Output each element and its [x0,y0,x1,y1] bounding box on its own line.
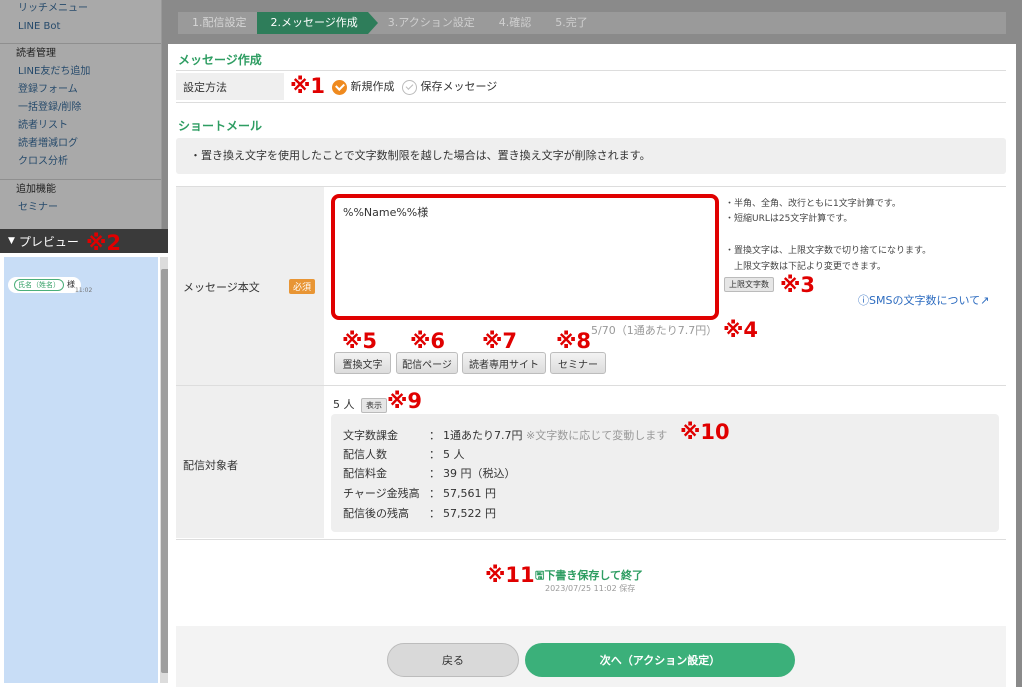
annotation-10: ※10 [680,420,730,444]
method-label: 設定方法 [183,81,227,94]
hint-3: ・置換文字は、上限文字数で切り捨てになります。 [725,246,932,256]
annotation-7: ※7 [482,329,518,353]
sidebar-item-registration-form[interactable]: 登録フォーム [0,81,161,99]
billing-value: 5 人 [443,448,465,461]
divider [176,539,1006,540]
sidebar-item-cross-analysis[interactable]: クロス分析 [0,153,161,171]
billing-colon: ： [429,467,440,480]
save-draft-label: 下書き保存して終了 [544,569,644,582]
save-disk-icon: 🖫 [535,569,545,582]
billing-row: 文字数課金 ： 1通あたり7.7円 ※文字数に応じて変動します [343,427,667,443]
external-link-icon: ↗ [980,294,990,307]
annotation-6: ※6 [410,329,446,353]
preview-name-tag: 氏名（姓名） [14,279,64,291]
annotation-1: ※1 [290,74,326,98]
billing-key: 配信料金 [343,467,387,480]
sms-char-count-link[interactable]: ⓘSMSの文字数について↗ [858,292,989,308]
billing-value: 1通あたり7.7円 [443,429,523,442]
required-badge: 必須 [289,279,316,294]
char-limit-button[interactable]: 上限文字数 [724,277,774,292]
sms-link-text: SMSの文字数について [869,294,981,307]
annotation-4: ※4 [723,318,759,342]
show-recipients-button[interactable]: 表示 [361,398,387,413]
recipients-label: 配信対象者 [183,459,238,472]
billing-colon: ： [429,507,440,520]
back-button[interactable]: 戻る [387,643,519,677]
preview-bubble-text: 様 [67,280,75,289]
step-1: 1.配信設定 [192,16,247,29]
billing-colon: ： [429,448,440,461]
billing-key: 配信後の残高 [343,507,409,520]
section-title-message: メッセージ作成 [178,53,262,67]
info-icon: ⓘ [858,294,869,307]
insert-reader-site-button[interactable]: 読者専用サイト [462,352,546,374]
sidebar-group-additional: 追加機能 [0,179,161,199]
billing-row: 配信人数 ： 5 人 [343,446,465,462]
preview-message-bubble: 氏名（姓名）様 [8,277,81,293]
billing-row: チャージ金残高 ： 57,561 円 [343,485,496,501]
billing-colon: ： [429,429,440,442]
billing-info-box: 文字数課金： 1通あたり7.7円 ※文字数に応じて変動します 配信人数： 5 人 配… [331,414,999,532]
radio-new-checked-icon[interactable] [332,79,347,95]
sidebar-item-line-friend-add[interactable]: LINE友だち追加 [0,63,161,81]
footer-actions: 戻る 次へ（アクション設定） [176,626,1006,687]
method-options: 新規作成 保存メッセージ [332,78,497,95]
annotation-2: ※2 [86,231,122,255]
step-5: 5.完了 [555,16,588,29]
step-progress-bar: 1.配信設定 2.メッセージ作成 3.アクション設定 4.確認 5.完了 [178,12,1006,34]
billing-row: 配信料金 ： 39 円（税込） [343,465,516,481]
step-2-current: 2.メッセージ作成 [256,12,379,34]
billing-value: 57,522 円 [443,507,496,520]
message-editor-modal: メッセージ作成 設定方法 ※1 新規作成 保存メッセージ ショートメール ・置き… [168,44,1016,687]
billing-value: 39 円（税込） [443,467,516,480]
billing-note: ※文字数に応じて変動します [526,429,668,442]
annotation-8: ※8 [556,329,592,353]
hint-2: ・短縮URLは25文字計算です。 [725,214,853,224]
step-3: 3.アクション設定 [387,16,475,29]
annotation-9: ※9 [387,389,423,413]
sms-notice: ・置き換え文字を使用したことで文字数制限を越した場合は、置き換え文字が削除されま… [176,138,1006,174]
insert-replace-text-button[interactable]: 置換文字 [334,352,391,374]
section-title-sms: ショートメール [178,119,263,133]
sidebar-group-reader-management: 読者管理 [0,43,161,63]
billing-row: 配信後の残高 ： 57,522 円 [343,505,496,521]
sidebar-item-bulk-register[interactable]: 一括登録/削除 [0,99,161,117]
step-4: 4.確認 [498,16,532,29]
preview-title: プレビュー [18,234,79,249]
radio-saved-icon[interactable] [402,79,417,95]
draft-saved-time: 2023/07/25 11:02 保存 [545,584,636,593]
body-label: メッセージ本文 [183,281,260,294]
message-body-textarea[interactable]: %%Name%%様 [331,194,719,320]
sidebar-item-reader-log[interactable]: 読者増減ログ [0,135,161,153]
char-counter: 5/70（1通あたり7.7円） [591,324,718,337]
preview-bubble-time: 11:02 [75,287,93,294]
billing-value: 57,561 円 [443,487,496,500]
preview-panel: ▼ プレビュー 氏名（姓名）様 11:02 [0,229,173,687]
recipient-count-line: 5 人 表示 [333,396,387,413]
billing-key: 文字数課金 [343,429,398,442]
insert-delivery-page-button[interactable]: 配信ページ [396,352,458,374]
insert-seminar-button[interactable]: セミナー [550,352,606,374]
divider [176,102,1006,103]
preview-chat-area: 氏名（姓名）様 11:02 [4,257,158,683]
caret-down-icon: ▼ [8,236,15,246]
option-saved-label[interactable]: 保存メッセージ [421,80,498,93]
sidebar-item-line-bot[interactable]: LINE Bot [0,18,161,36]
recipient-count: 5 人 [333,398,355,411]
annotation-11: ※11 [485,563,535,587]
sidebar-item-rich-menu[interactable]: リッチメニュー [0,0,161,18]
sidebar-item-reader-list[interactable]: 読者リスト [0,117,161,135]
option-new-label[interactable]: 新規作成 [351,80,395,93]
annotation-5: ※5 [342,329,378,353]
billing-key: 配信人数 [343,448,387,461]
hint-1: ・半角、全角、改行ともに1文字計算です。 [725,199,901,209]
divider [176,70,1006,71]
annotation-3: ※3 [780,273,816,297]
billing-colon: ： [429,487,440,500]
billing-key: チャージ金残高 [343,487,420,500]
sidebar-item-seminar[interactable]: セミナー [0,199,161,217]
next-button[interactable]: 次へ（アクション設定） [525,643,795,677]
